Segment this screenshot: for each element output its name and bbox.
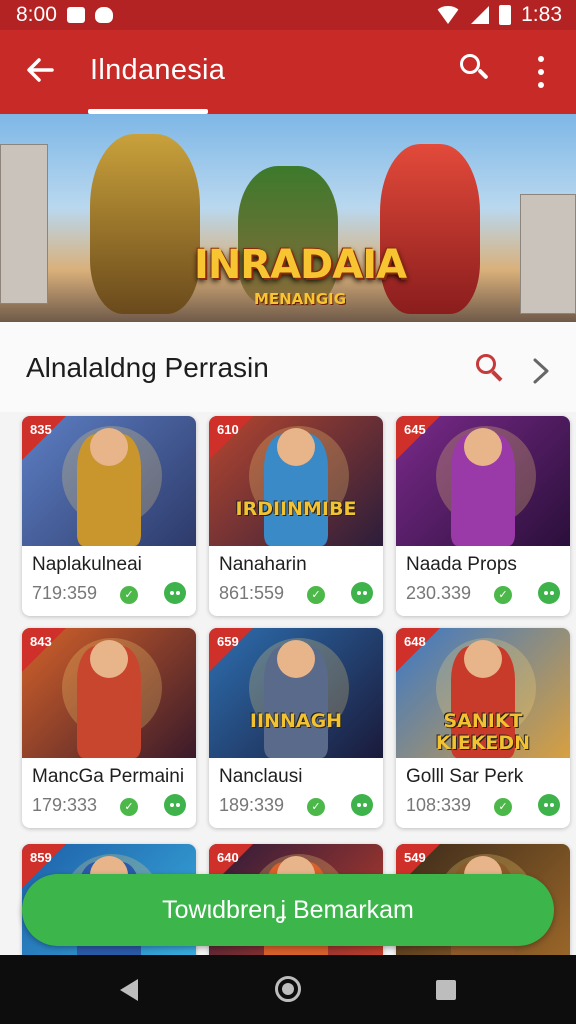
play-icon[interactable] (538, 794, 560, 816)
game-card[interactable]: IRDIINMIBE 610 Nanaharin 861:559 ✓ (209, 416, 383, 616)
more-options-button[interactable] (526, 52, 556, 92)
nav-recents-icon[interactable] (436, 980, 456, 1000)
game-thumbnail: IRDIINMIBE 610 (209, 416, 383, 546)
more-vert-icon (538, 55, 544, 62)
app-bar: Ilndanesia (0, 30, 576, 114)
game-thumbnail: IINNAGH 659 (209, 628, 383, 758)
game-count: 719:359 (32, 583, 98, 603)
rank-number: 648 (404, 634, 426, 649)
game-card[interactable]: 645 Naada Props 230.339 ✓ (396, 416, 570, 616)
rank-number: 659 (217, 634, 239, 649)
game-thumbnail: 645 (396, 416, 570, 546)
verified-icon: ✓ (494, 586, 512, 604)
status-right: 1:83 (435, 3, 562, 27)
thumbnail-character-head (277, 428, 315, 466)
thumbnail-caption: IRDIINMIBE (235, 498, 357, 520)
arrow-left-icon (27, 58, 54, 82)
status-battery-time: 1:83 (521, 3, 562, 26)
rank-number: 843 (30, 634, 52, 649)
section-search-button[interactable] (472, 352, 504, 386)
game-name: Naplakulneai (32, 554, 142, 575)
promo-banner[interactable]: INRADAIA MENANGIG (0, 114, 576, 322)
rank-number: 549 (404, 850, 426, 865)
status-bar: 8:00 1:83 (0, 0, 576, 30)
thumbnail-character-head (277, 640, 315, 678)
banner-building (520, 194, 576, 314)
play-icon[interactable] (164, 794, 186, 816)
verified-icon: ✓ (307, 586, 325, 604)
chevron-right-icon (533, 358, 549, 384)
play-icon[interactable] (351, 582, 373, 604)
nav-home-icon[interactable] (275, 976, 301, 1002)
game-card[interactable]: 835 Naplakulneai 719:359 ✓ (22, 416, 196, 616)
game-name: Golll Sar Perk (406, 766, 524, 787)
status-time: 8:00 (16, 3, 57, 26)
game-name: Naada Props (406, 554, 517, 575)
game-thumbnail: SANIKT KIEKEDN 648 (396, 628, 570, 758)
verified-icon: ✓ (307, 798, 325, 816)
banner-hero-mage (380, 144, 480, 314)
thumbnail-character-head (90, 428, 128, 466)
rank-number: 610 (217, 422, 239, 437)
banner-title: INRADAIA (193, 242, 407, 288)
game-name: Nanaharin (219, 554, 307, 575)
play-icon[interactable] (164, 582, 186, 604)
section-title: Alnalaldng Perrasin (26, 352, 269, 383)
section-more-button[interactable] (530, 356, 552, 384)
game-count: 108:339 (406, 795, 472, 815)
play-icon[interactable] (351, 794, 373, 816)
game-count: 230.339 (406, 583, 472, 603)
system-nav-bar (0, 955, 576, 1024)
thumbnail-character-head (464, 428, 502, 466)
wifi-icon (435, 6, 462, 24)
app-title: Ilndanesia (90, 54, 226, 86)
play-icon[interactable] (538, 582, 560, 604)
game-thumbnail: 843 (22, 628, 196, 758)
thumbnail-caption: IINNAGH (249, 710, 343, 732)
back-button[interactable] (22, 52, 58, 88)
game-card[interactable]: SANIKT KIEKEDN 648 Golll Sar Perk 108:339 ✓ (396, 628, 570, 828)
banner-subtitle: MENANGIG (253, 290, 347, 308)
rank-number: 859 (30, 850, 52, 865)
verified-icon: ✓ (120, 586, 138, 604)
banner-building (0, 144, 48, 304)
search-button[interactable] (456, 50, 492, 90)
section-header: Alnalaldng Perrasin (0, 322, 576, 412)
thumbnail-caption: SANIKT KIEKEDN (435, 710, 531, 754)
app-notification-icon (94, 7, 113, 23)
notification-icon (66, 7, 85, 23)
game-count: 189:339 (219, 795, 285, 815)
thumbnail-character-head (90, 640, 128, 678)
game-card[interactable]: 843 MancGa Permaini 179:333 ✓ (22, 628, 196, 828)
signal-icon (471, 6, 490, 24)
rank-number: 640 (217, 850, 239, 865)
game-count: 861:559 (219, 583, 285, 603)
nav-back-icon[interactable] (120, 979, 138, 1001)
verified-icon: ✓ (120, 798, 138, 816)
game-card[interactable]: IINNAGH 659 Nanclausi 189:339 ✓ (209, 628, 383, 828)
download-button[interactable]: Towιdbrenʝ Bemarkam (22, 874, 554, 946)
thumbnail-character-head (464, 640, 502, 678)
rank-number: 835 (30, 422, 52, 437)
battery-icon (499, 5, 512, 25)
game-count: 179:333 (32, 795, 98, 815)
game-name: MancGa Permaini (32, 766, 185, 787)
game-thumbnail: 835 (22, 416, 196, 546)
status-left: 8:00 (16, 3, 113, 27)
game-name: Nanclausi (219, 766, 303, 787)
rank-number: 645 (404, 422, 426, 437)
verified-icon: ✓ (494, 798, 512, 816)
